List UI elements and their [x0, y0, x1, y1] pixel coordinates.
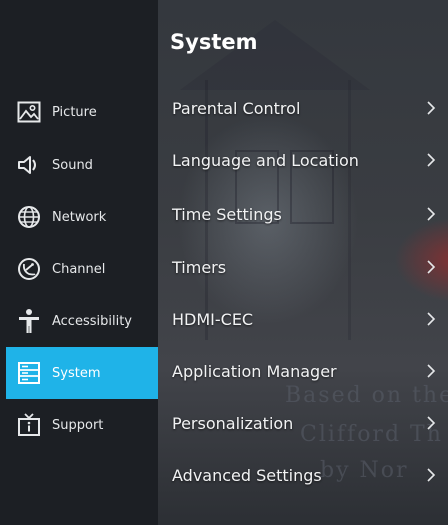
chevron-right-icon	[424, 468, 438, 482]
menu-item-label: Timers	[172, 257, 227, 277]
menu-item-label: Advanced Settings	[172, 465, 322, 485]
sidebar-item-support[interactable]: Support	[6, 399, 158, 451]
chevron-right-icon	[424, 207, 438, 221]
menu-item-timers[interactable]: Timers	[160, 243, 448, 291]
page-title: System	[170, 30, 258, 54]
sidebar-item-accessibility[interactable]: Accessibility	[6, 295, 158, 347]
sidebar-item-system[interactable]: System	[6, 347, 158, 399]
chevron-right-icon	[424, 260, 438, 274]
menu-item-advanced-settings[interactable]: Advanced Settings	[160, 451, 448, 499]
menu-item-label: Time Settings	[172, 204, 282, 224]
sidebar-item-sound[interactable]: Sound	[6, 139, 158, 191]
menu-item-label: Application Manager	[172, 361, 337, 381]
menu-item-application-manager[interactable]: Application Manager	[160, 347, 448, 395]
chevron-right-icon	[424, 153, 438, 167]
menu-item-language-and-location[interactable]: Language and Location	[160, 136, 448, 184]
menu-item-label: Parental Control	[172, 98, 301, 118]
chevron-right-icon	[424, 364, 438, 378]
sidebar-item-label: System	[52, 365, 101, 381]
sidebar-item-network[interactable]: Network	[6, 191, 158, 243]
globe-icon	[16, 204, 42, 230]
tv-settings-screen: Based on the Sc Clifford Th by Nor Pictu…	[0, 0, 448, 525]
sidebar-item-label: Channel	[52, 261, 106, 277]
sidebar-item-label: Support	[52, 417, 104, 433]
menu-item-label: Language and Location	[172, 150, 359, 170]
menu-item-label: Personalization	[172, 413, 294, 433]
chevron-right-icon	[424, 416, 438, 430]
menu-item-parental-control[interactable]: Parental Control	[160, 84, 448, 132]
sidebar-item-label: Sound	[52, 157, 93, 173]
sidebar-item-picture[interactable]: Picture	[6, 86, 158, 138]
sidebar-item-label: Picture	[52, 104, 97, 120]
server-icon	[16, 360, 42, 386]
sidebar-item-label: Accessibility	[52, 313, 132, 329]
person-icon	[16, 308, 42, 334]
menu-item-label: HDMI-CEC	[172, 309, 254, 329]
chevron-right-icon	[424, 101, 438, 115]
menu-item-hdmi-cec[interactable]: HDMI-CEC	[160, 295, 448, 343]
speaker-icon	[16, 152, 42, 178]
sidebar-item-label: Network	[52, 209, 107, 225]
menu-item-personalization[interactable]: Personalization	[160, 399, 448, 447]
satellite-dish-icon	[16, 256, 42, 282]
sidebar-item-channel[interactable]: Channel	[6, 243, 158, 295]
picture-icon	[16, 99, 42, 125]
chevron-right-icon	[424, 312, 438, 326]
tv-info-icon	[16, 412, 42, 438]
menu-item-time-settings[interactable]: Time Settings	[160, 190, 448, 238]
settings-sidebar: Picture Sound Network Channel Accessibil…	[0, 0, 158, 525]
